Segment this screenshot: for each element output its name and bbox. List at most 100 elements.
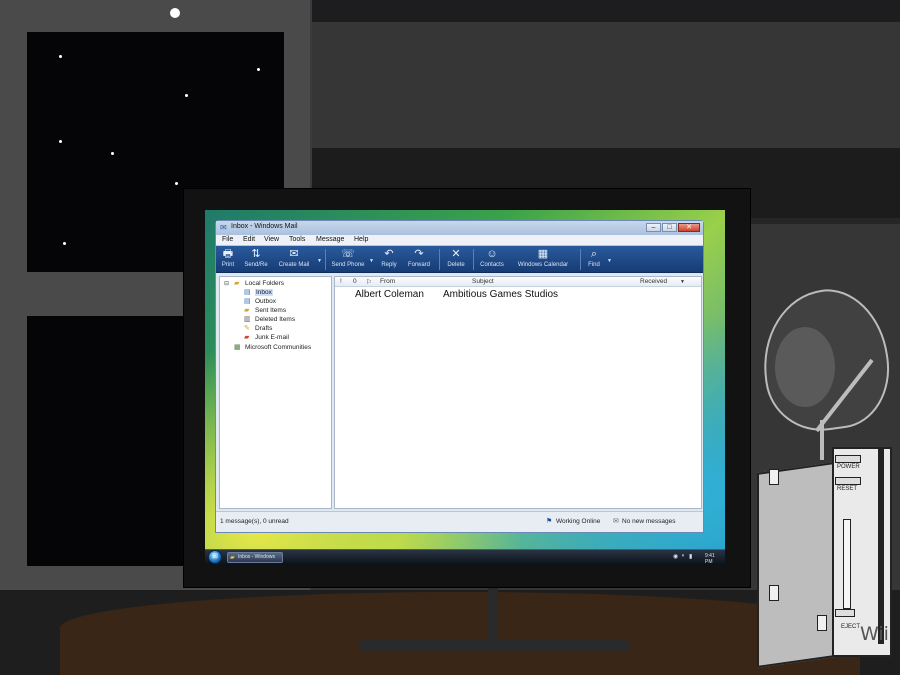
volume-icon[interactable]: ◖ (681, 553, 685, 559)
windows-calendar-label: Windows Calendar (517, 262, 569, 268)
create-mail-label: Create Mail (278, 262, 310, 268)
menu-message[interactable]: Message (316, 236, 344, 243)
power-icon[interactable]: ▮ (689, 553, 692, 560)
contacts-label: Contacts (480, 262, 504, 268)
send-receive-icon: ⇅ (251, 248, 261, 260)
status-online: Working Online (556, 518, 601, 525)
junk-icon: ▰ (244, 334, 250, 341)
menu-tools[interactable]: Tools (289, 236, 305, 243)
collapse-icon[interactable]: ⊟ (224, 280, 229, 287)
wii-side-panel (757, 462, 835, 668)
find-button[interactable]: ⌕ Find (584, 248, 604, 271)
inbox-icon: ▤ (244, 289, 251, 296)
wii-reset-label: RESET (837, 486, 858, 492)
network-icon[interactable]: ◉ (673, 553, 678, 560)
windows-mail-window: ✉ Inbox - Windows Mail – □ ✕ File Edit V… (215, 220, 704, 533)
system-tray: ◉ ◖ ▮ 9:41 PM (673, 552, 723, 565)
close-button[interactable]: ✕ (678, 223, 700, 232)
column-from[interactable]: From (380, 278, 395, 285)
folder-icon: ▰ (244, 307, 250, 314)
delete-label: Delete (447, 262, 465, 268)
mail-app-icon: ✉ (220, 223, 227, 232)
forward-button[interactable]: ↷ Forward (404, 248, 434, 271)
menu-view[interactable]: View (264, 236, 279, 243)
toolbar-separator (325, 249, 326, 270)
wii-logo: Wii (860, 623, 889, 645)
wii-disc-slot (878, 449, 884, 644)
windows-calendar-button[interactable]: ▦ Windows Calendar (511, 248, 575, 271)
find-label: Find (588, 262, 600, 268)
toolbar-separator (439, 249, 440, 270)
send-receive-button[interactable]: ⇅ Send/Re (242, 248, 270, 271)
title-bar[interactable]: ✉ Inbox - Windows Mail – □ ✕ (216, 221, 703, 235)
window-title: Inbox - Windows Mail (231, 223, 298, 230)
send-phone-label: Send Phone (331, 262, 365, 268)
contacts-button[interactable]: ☺ Contacts (477, 248, 507, 271)
find-icon: ⌕ (590, 248, 598, 260)
wii-eject-button[interactable] (835, 609, 855, 617)
star (59, 140, 62, 143)
print-label: Print (221, 262, 235, 268)
reply-button[interactable]: ↶ Reply (378, 248, 400, 271)
print-button[interactable]: 🖶 Print (219, 248, 237, 271)
column-flag[interactable]: ⚐ (366, 278, 372, 286)
message-list: ! 0 ⚐ From Subject Received ▼ Albert Col… (334, 276, 702, 509)
toolbar-separator (473, 249, 474, 270)
wii-eject-label: EJECT (841, 624, 861, 630)
folder-icon: ▰ (234, 280, 240, 287)
send-receive-label: Send/Re (244, 262, 268, 268)
wii-sd-cover (843, 519, 851, 609)
message-from: Albert Coleman (355, 289, 424, 300)
forward-label: Forward (407, 262, 430, 268)
desktop-screen: ✉ Inbox - Windows Mail – □ ✕ File Edit V… (205, 210, 725, 565)
star (175, 182, 178, 185)
create-mail-button[interactable]: ✉ Create Mail (274, 248, 314, 271)
trash-icon: ▥ (244, 316, 251, 323)
star (111, 152, 114, 155)
taskbar: ⊞ ▰ Inbox - Windows ◉ ◖ ▮ 9:41 PM (205, 549, 725, 565)
menu-file[interactable]: File (222, 236, 233, 243)
column-received[interactable]: Received (640, 278, 667, 285)
message-row[interactable]: Albert Coleman Ambitious Games Studios (335, 289, 701, 301)
star (257, 68, 260, 71)
desk-lamp-bulb (775, 327, 835, 407)
status-new-messages: No new messages (622, 518, 676, 525)
printer-icon: 🖶 (222, 248, 234, 260)
sort-dropdown-icon[interactable]: ▼ (680, 279, 685, 285)
monitor-stand-neck (488, 588, 498, 640)
minimize-button[interactable]: – (646, 223, 661, 232)
contacts-icon: ☺ (486, 248, 498, 260)
clock[interactable]: 9:41 PM (705, 553, 723, 565)
forward-icon: ↷ (414, 248, 424, 260)
menu-edit[interactable]: Edit (243, 236, 255, 243)
toolbar-separator (580, 249, 581, 270)
status-bar: 1 message(s), 0 unread ⚑ Working Online … (216, 511, 703, 532)
delete-button[interactable]: ✕ Delete (444, 248, 468, 271)
outbox-icon: ▤ (244, 298, 251, 305)
start-button[interactable]: ⊞ (208, 550, 222, 564)
star (185, 94, 188, 97)
taskbar-windows-mail[interactable]: ▰ Inbox - Windows (227, 552, 283, 563)
ceiling-beam (290, 0, 900, 22)
send-phone-button[interactable]: ☏ Send Phone (329, 248, 367, 271)
wii-reset-button[interactable] (835, 477, 861, 485)
column-subject[interactable]: Subject (472, 278, 494, 285)
reply-icon: ↶ (384, 248, 394, 260)
find-dropdown-icon[interactable]: ▼ (607, 258, 612, 264)
menu-help[interactable]: Help (354, 236, 368, 243)
send-phone-dropdown-icon[interactable]: ▼ (369, 258, 374, 264)
menu-bar: File Edit View Tools Message Help (216, 235, 703, 246)
online-icon: ⚑ (546, 518, 553, 525)
wii-power-button[interactable] (835, 455, 861, 463)
wii-vent (817, 615, 827, 631)
mail-app-icon: ▰ (230, 555, 235, 561)
wii-power-label: POWER (837, 464, 860, 470)
delete-icon: ✕ (451, 248, 461, 260)
maximize-button[interactable]: □ (662, 223, 677, 232)
column-priority[interactable]: ! (340, 278, 342, 285)
message-list-header: ! 0 ⚐ From Subject Received ▼ (335, 277, 701, 287)
create-mail-dropdown-icon[interactable]: ▼ (317, 258, 322, 264)
star (63, 242, 66, 245)
no-messages-icon: ✉ (613, 518, 619, 525)
column-attachment[interactable]: 0 (353, 278, 357, 285)
